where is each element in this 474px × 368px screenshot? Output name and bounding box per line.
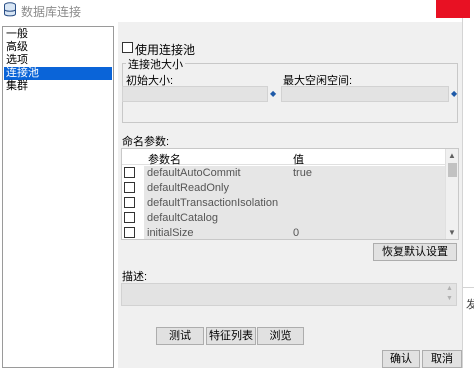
background-window-text: 发 bbox=[466, 299, 474, 311]
param-name-cell: initialSize bbox=[144, 226, 291, 239]
nav-item-options[interactable]: 选项 bbox=[4, 54, 112, 67]
max-idle-field[interactable] bbox=[281, 86, 449, 102]
column-header-value[interactable]: 值 bbox=[293, 151, 304, 167]
table-row[interactable]: defaultAutoCommit true bbox=[122, 166, 445, 181]
use-pool-checkbox[interactable] bbox=[122, 42, 133, 53]
row-checkbox[interactable] bbox=[124, 212, 135, 223]
table-row[interactable]: defaultTransactionIsolation bbox=[122, 196, 445, 211]
browse-button[interactable]: 浏览 bbox=[257, 327, 304, 345]
scroll-up-icon[interactable]: ▲ bbox=[448, 151, 456, 160]
row-checkbox[interactable] bbox=[124, 167, 135, 178]
scroll-down-icon[interactable]: ▼ bbox=[446, 295, 453, 302]
scroll-down-icon[interactable]: ▼ bbox=[448, 228, 456, 237]
cancel-button[interactable]: 取消 bbox=[422, 350, 462, 368]
param-value-cell[interactable]: true bbox=[291, 166, 445, 181]
row-checkbox[interactable] bbox=[124, 182, 135, 193]
category-list[interactable]: 一般 高级 选项 连接池 集群 bbox=[2, 26, 114, 368]
row-checkbox[interactable] bbox=[124, 197, 135, 208]
feature-list-button[interactable]: 特征列表 bbox=[206, 327, 256, 345]
restore-defaults-button[interactable]: 恢复默认设置 bbox=[373, 243, 457, 261]
column-header-name[interactable]: 参数名 bbox=[148, 151, 181, 167]
title-bar: 数据库连接 bbox=[0, 0, 474, 22]
window-title: 数据库连接 bbox=[21, 5, 82, 19]
named-params-table[interactable]: 参数名 值 defaultAutoCommit true defaultRead… bbox=[121, 148, 459, 240]
table-row[interactable]: defaultReadOnly bbox=[122, 181, 445, 196]
named-params-label: 命名参数: bbox=[122, 136, 170, 148]
nav-item-advanced[interactable]: 高级 bbox=[4, 41, 112, 54]
scroll-up-icon[interactable]: ▲ bbox=[446, 285, 453, 292]
description-field[interactable]: ▲ ▼ bbox=[121, 283, 457, 306]
database-icon bbox=[4, 2, 16, 17]
param-name-cell: defaultTransactionIsolation bbox=[144, 196, 291, 211]
table-row[interactable]: defaultCatalog bbox=[122, 211, 445, 226]
param-value-cell[interactable]: 0 bbox=[291, 226, 445, 239]
max-idle-spinner-icon[interactable]: ◆ bbox=[451, 89, 457, 98]
nav-item-cluster[interactable]: 集群 bbox=[4, 80, 112, 93]
table-scrollbar[interactable]: ▲ ▼ bbox=[445, 149, 458, 239]
description-label: 描述: bbox=[122, 271, 148, 283]
param-value-cell[interactable] bbox=[291, 181, 445, 196]
table-header: 参数名 值 bbox=[122, 149, 445, 167]
param-value-cell[interactable] bbox=[291, 196, 445, 211]
param-name-cell: defaultReadOnly bbox=[144, 181, 291, 196]
window-right-edge bbox=[462, 18, 474, 368]
table-row[interactable]: initialSize 0 bbox=[122, 226, 445, 239]
pool-size-group-title: 连接池大小 bbox=[126, 56, 185, 72]
param-value-cell[interactable] bbox=[291, 211, 445, 226]
ok-button[interactable]: 确认 bbox=[382, 350, 420, 368]
param-name-cell: defaultAutoCommit bbox=[144, 166, 291, 181]
row-checkbox[interactable] bbox=[124, 227, 135, 238]
scroll-thumb[interactable] bbox=[448, 163, 457, 177]
close-button[interactable] bbox=[436, 0, 470, 18]
nav-item-general[interactable]: 一般 bbox=[4, 28, 112, 41]
initial-size-spinner-icon[interactable]: ◆ bbox=[270, 89, 276, 98]
initial-size-field[interactable] bbox=[122, 86, 268, 102]
nav-item-pooling[interactable]: 连接池 bbox=[4, 67, 112, 80]
test-button[interactable]: 测试 bbox=[156, 327, 204, 345]
background-divider bbox=[463, 287, 474, 288]
param-name-cell: defaultCatalog bbox=[144, 211, 291, 226]
